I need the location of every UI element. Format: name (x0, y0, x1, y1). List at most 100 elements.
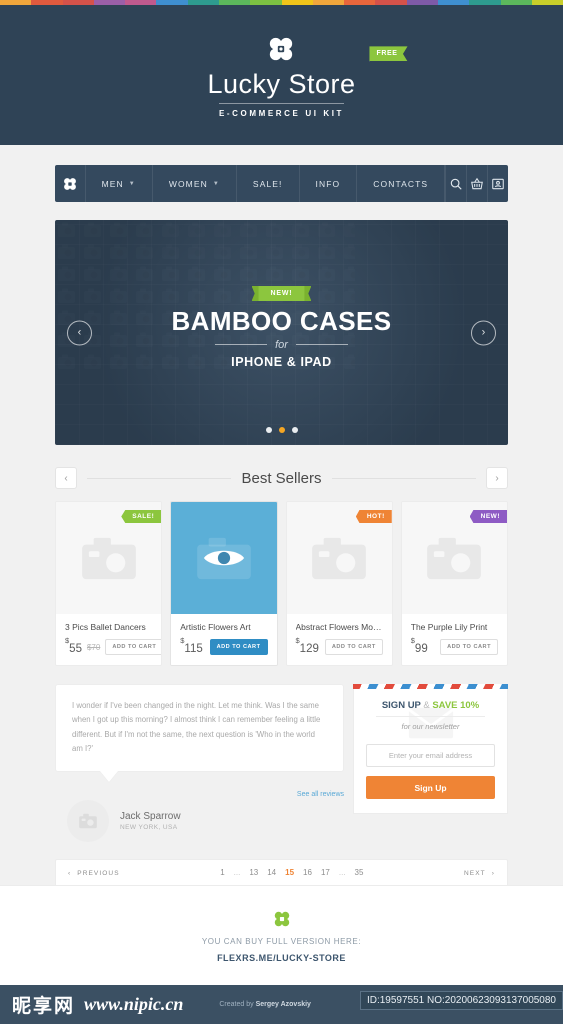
signup-button[interactable]: Sign Up (366, 776, 495, 799)
hero-new-badge: NEW! (257, 286, 306, 302)
clover-icon (270, 38, 293, 61)
pagination-page-15[interactable]: 15 (282, 868, 297, 887)
product-image: NEW! (401, 502, 507, 614)
card-icon[interactable] (488, 165, 508, 202)
product-name: Abstract Flowers Moder... (295, 622, 383, 632)
nav-item-info[interactable]: INFO (300, 165, 358, 202)
see-all-reviews-link[interactable]: See all reviews (55, 791, 344, 798)
pagination-next[interactable]: NEXT › (464, 870, 495, 877)
nav-item-men[interactable]: MEN ▼ (86, 165, 153, 202)
author-location: NEW YORK, USA (120, 823, 178, 831)
credit-name: Sergey Azovskiy (255, 1001, 311, 1008)
divider-left (87, 477, 232, 479)
hero-dots[interactable] (55, 427, 508, 433)
chevron-down-icon: ▼ (128, 180, 136, 187)
site-header: Lucky Store E-COMMERCE UI KIT FREE (0, 5, 563, 145)
nav-item-label: INFO (315, 178, 341, 189)
product-price: $129 (295, 636, 319, 655)
watermark-logo-text: 昵享网 (12, 995, 76, 1017)
lower-section: “ ” I wonder if I've been changed in the… (0, 666, 563, 842)
hero-next-button[interactable]: › (471, 320, 496, 345)
product-price-row: $129 ADD TO CART (295, 636, 383, 655)
best-sellers-header: ‹ Best Sellers › (0, 445, 563, 489)
hero-dot-2[interactable] (278, 427, 285, 433)
nav-item-sale[interactable]: SALE! (237, 165, 300, 202)
product-card[interactable]: HOT! Abstract Flowers Moder... $129 ADD TO … (285, 501, 393, 666)
nav-logo-button[interactable] (55, 165, 86, 202)
add-to-cart-button[interactable]: ADD TO CART (440, 639, 498, 655)
pagination-previous[interactable]: ‹ PREVIOUS (68, 870, 120, 877)
nav-item-label: CONTACTS (373, 178, 429, 189)
newsletter-subtitle: for our newsletter (376, 716, 485, 731)
product-image (171, 502, 277, 614)
product-price: $55 (65, 636, 82, 655)
testimonial-quote: I wonder if I've been changed in the nig… (72, 701, 321, 754)
product-card[interactable]: NEW! The Purple Lily Print $99 ADD TO CART (400, 501, 508, 666)
footer-line-2[interactable]: FLEXRS.ME/LUCKY-STORE (217, 953, 346, 963)
chevron-right-icon: › (481, 326, 486, 339)
hero-connector: for (171, 339, 391, 351)
product-price-row: $115 ADD TO CART (180, 636, 268, 655)
best-sellers-next-button[interactable]: › (486, 467, 509, 489)
pagination-page-17[interactable]: 17 (321, 868, 330, 879)
testimonial-block: “ ” I wonder if I've been changed in the… (55, 678, 344, 842)
search-icon[interactable] (446, 165, 467, 202)
chevron-left-icon: ‹ (68, 869, 72, 877)
newsletter-title: SIGN UP & SAVE 10% (366, 700, 495, 711)
credit-prefix: Created by (219, 1001, 256, 1008)
product-badge: HOT! (355, 510, 392, 523)
testimonial-bubble: I wonder if I've been changed in the nig… (55, 684, 344, 772)
email-field[interactable] (366, 744, 495, 767)
add-to-cart-button[interactable]: ADD TO CART (105, 639, 162, 655)
author-name: Jack Sparrow (120, 810, 181, 822)
clover-icon (63, 177, 76, 190)
product-name: Artistic Flowers Art (180, 622, 251, 632)
product-price: $99 (410, 636, 428, 655)
product-image: SALE! (56, 502, 162, 614)
pagination-page-1[interactable]: 1 (220, 868, 224, 879)
product-old-price: $70 (86, 642, 101, 652)
hero-subtitle: IPHONE & IPAD (231, 354, 332, 369)
product-price-row: $55 $70 ADD TO CART (65, 636, 162, 655)
product-price-row: $99 ADD TO CART (410, 636, 498, 655)
hero-prev-button[interactable]: ‹ (67, 320, 92, 345)
pagination-page-14[interactable]: 14 (267, 868, 276, 879)
main-nav: MEN ▼ WOMEN ▼ SALE! INFO CONTACTS (55, 165, 508, 202)
best-sellers-prev-button[interactable]: ‹ (55, 467, 77, 489)
author-text: Jack Sparrow NEW YORK, USA (120, 811, 181, 831)
add-to-cart-button[interactable]: ADD TO CART (209, 639, 268, 655)
product-name: The Purple Lily Print (410, 622, 488, 632)
newsletter-title-b: SAVE 10% (432, 700, 480, 711)
pagination-page-13[interactable]: 13 (249, 868, 258, 879)
section-title: Best Sellers (241, 469, 322, 487)
clover-icon (274, 911, 289, 927)
newsletter-title-amp: & (423, 700, 430, 711)
camera-placeholder-icon (312, 537, 366, 580)
pagination-page-16[interactable]: 16 (303, 868, 312, 879)
nav-item-women[interactable]: WOMEN ▼ (153, 165, 237, 202)
nav-item-contacts[interactable]: CONTACTS (357, 165, 446, 202)
hero-dot-1[interactable] (265, 427, 272, 433)
nav-item-label: MEN (101, 178, 124, 189)
basket-icon[interactable] (467, 165, 488, 202)
watermark-credit: Created by Sergey Azovskiy (219, 1001, 311, 1008)
pagination-ellipsis: ... (233, 867, 241, 877)
brand-logo-block: Lucky Store E-COMMERCE UI KIT FREE (207, 32, 408, 118)
hero-dot-3[interactable] (291, 427, 298, 433)
camera-placeholder-icon (81, 537, 136, 580)
pagination-ellipsis: ... (338, 867, 346, 877)
add-to-cart-button[interactable]: ADD TO CART (324, 639, 383, 655)
free-badge: FREE (369, 46, 408, 62)
hero-slider: ‹ › NEW! BAMBOO CASES for IPHONE & IPAD (55, 220, 508, 445)
pagination-page-35[interactable]: 35 (355, 868, 364, 879)
pagination-next-label: NEXT (463, 869, 486, 877)
camera-placeholder-icon (427, 537, 482, 580)
product-card[interactable]: Artistic Flowers Art $115 ADD TO CART (170, 501, 278, 666)
hero-wrapper: ‹ › NEW! BAMBOO CASES for IPHONE & IPAD (0, 202, 563, 445)
product-card[interactable]: SALE! 3 Pics Ballet Dancers $55 $70 ADD TO C… (55, 501, 163, 666)
eye-icon (203, 550, 244, 566)
watermark-id: ID:19597551 NO:20200623093137005080 (359, 991, 563, 1010)
airmail-stripe (353, 684, 508, 689)
divider-right (331, 477, 477, 479)
watermark-url: www.nipic.cn (84, 994, 184, 1014)
